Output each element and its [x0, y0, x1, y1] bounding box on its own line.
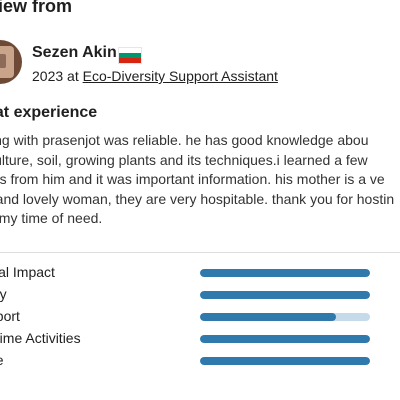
- review-text-line: iculture, soil, growing plants and its t…: [0, 151, 368, 168]
- rating-row: ue: [0, 350, 400, 372]
- rating-bar: [200, 291, 370, 299]
- rating-row: pport: [0, 306, 400, 328]
- rating-label: pport: [0, 308, 20, 324]
- rating-row: etime Activities: [0, 328, 400, 350]
- rating-label: ety: [0, 286, 7, 302]
- rating-bar-fill: [200, 269, 370, 277]
- rating-bar-fill: [200, 291, 370, 299]
- rating-bar: [200, 269, 370, 277]
- review-card: view from Sezen Akin 2023 at Eco-Diversi…: [0, 0, 400, 400]
- rating-bar-fill: [200, 313, 336, 321]
- review-title: eat experience: [0, 104, 98, 121]
- at-label: at: [67, 68, 79, 84]
- review-text-line: ying with prasenjot was reliable. he has…: [0, 132, 369, 148]
- review-text-line: ngs from him and it was important inform…: [0, 171, 385, 187]
- rating-label: ue: [0, 352, 4, 368]
- bulgaria-flag-icon: [118, 47, 142, 64]
- reviewer-avatar[interactable]: [0, 40, 22, 84]
- review-year: 2023: [32, 68, 64, 84]
- review-text: ying with prasenjot was reliable. he has…: [0, 131, 400, 229]
- organization-link[interactable]: Eco-Diversity Support Assistant: [83, 68, 278, 84]
- rating-row: ety: [0, 284, 400, 306]
- divider: [0, 252, 400, 253]
- section-heading: view from: [0, 0, 73, 16]
- rating-bar: [200, 335, 370, 343]
- rating-bar: [200, 313, 370, 321]
- rating-row: cial Impact: [0, 262, 400, 284]
- review-text-line: in my time of need.: [0, 210, 103, 226]
- rating-bar-fill: [200, 357, 370, 365]
- rating-bar: [200, 357, 370, 365]
- review-text-line: d and lovely woman, they are very hospit…: [0, 190, 395, 207]
- rating-bar-fill: [200, 335, 370, 343]
- reviewer-meta: 2023 at Eco-Diversity Support Assistant: [32, 68, 278, 84]
- reviewer-name: Sezen Akin: [32, 44, 117, 61]
- rating-label: cial Impact: [0, 264, 55, 280]
- rating-label: etime Activities: [0, 330, 81, 346]
